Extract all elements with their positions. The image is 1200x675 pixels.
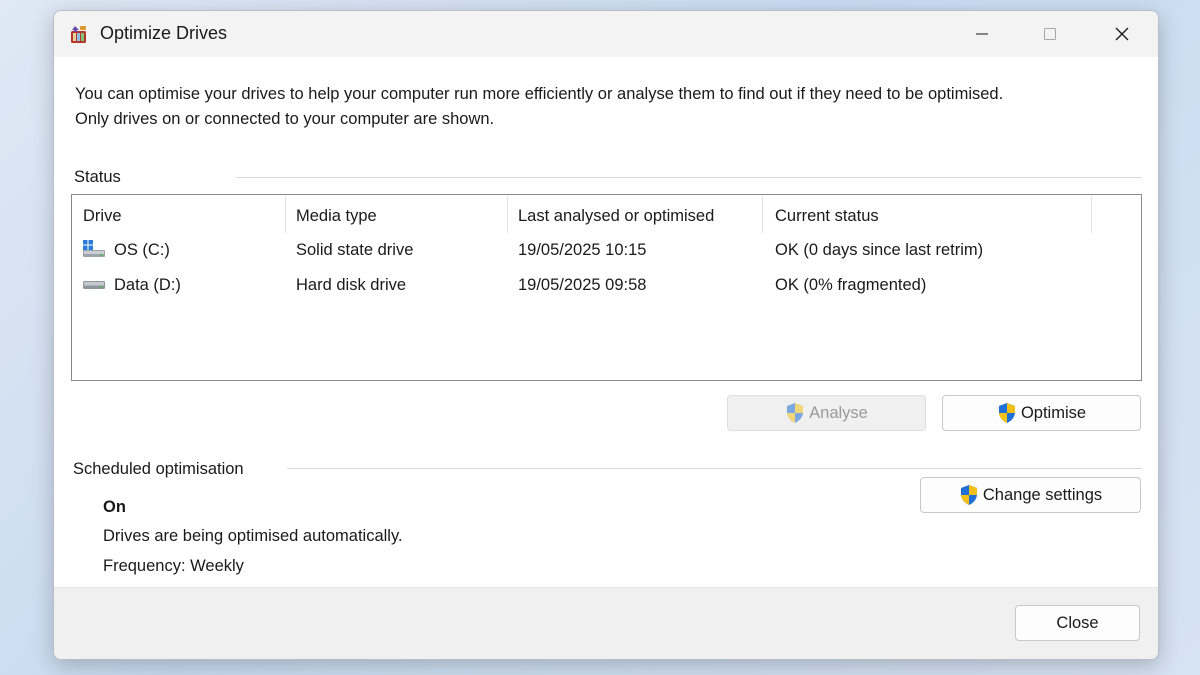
column-separator[interactable] xyxy=(507,196,508,233)
last-analysed: 19/05/2025 09:58 xyxy=(518,276,647,294)
dialog-footer: Close xyxy=(54,587,1158,659)
drive-name: Data (D:) xyxy=(114,276,181,294)
column-header-last-analysed[interactable]: Last analysed or optimised xyxy=(518,207,714,226)
status-section-label: Status xyxy=(74,168,121,186)
last-analysed: 19/05/2025 10:15 xyxy=(518,241,647,259)
drive-name: OS (C:) xyxy=(114,241,170,259)
title-bar[interactable]: Optimize Drives xyxy=(54,11,1158,57)
media-type: Solid state drive xyxy=(296,241,414,259)
column-separator[interactable] xyxy=(762,196,763,233)
table-row[interactable]: Data (D:) Hard disk drive 19/05/2025 09:… xyxy=(72,270,1141,304)
optimise-button[interactable]: Optimise xyxy=(942,395,1141,431)
column-header-drive[interactable]: Drive xyxy=(83,207,122,226)
media-type: Hard disk drive xyxy=(296,276,407,294)
close-button[interactable]: Close xyxy=(1015,605,1140,641)
intro-text: You can optimise your drives to help you… xyxy=(75,82,1003,132)
drives-table[interactable]: Drive Media type Last analysed or optimi… xyxy=(71,194,1142,381)
scheduled-divider xyxy=(287,468,1142,469)
column-separator[interactable] xyxy=(285,196,286,233)
optimise-button-label: Optimise xyxy=(1020,403,1087,422)
uac-shield-icon xyxy=(960,485,977,505)
change-settings-button[interactable]: Change settings xyxy=(920,477,1141,513)
minimize-icon xyxy=(976,33,988,35)
scheduled-section-label: Scheduled optimisation xyxy=(73,460,244,478)
uac-shield-icon xyxy=(998,403,1015,423)
current-status: OK (0 days since last retrim) xyxy=(775,241,984,259)
windows-drive-icon xyxy=(83,240,105,257)
hard-drive-icon xyxy=(83,281,105,289)
column-header-current-status[interactable]: Current status xyxy=(775,207,879,226)
close-icon xyxy=(1115,27,1129,41)
minimize-button[interactable] xyxy=(948,11,1016,57)
analyse-button[interactable]: Analyse xyxy=(727,395,926,431)
close-button-label: Close xyxy=(1056,613,1099,632)
intro-line-1: You can optimise your drives to help you… xyxy=(75,85,1004,103)
uac-shield-icon xyxy=(787,403,804,423)
maximize-icon xyxy=(1044,28,1056,40)
analyse-button-label: Analyse xyxy=(809,403,868,422)
close-window-button[interactable] xyxy=(1088,11,1156,57)
status-divider xyxy=(236,177,1142,178)
schedule-description: Drives are being optimised automatically… xyxy=(103,527,403,545)
current-status: OK (0% fragmented) xyxy=(775,276,927,294)
defrag-app-icon xyxy=(71,26,86,43)
column-separator[interactable] xyxy=(1091,196,1092,233)
dialog-content: You can optimise your drives to help you… xyxy=(54,57,1158,587)
column-header-media-type[interactable]: Media type xyxy=(296,207,377,226)
maximize-button[interactable] xyxy=(1016,11,1084,57)
window-title: Optimize Drives xyxy=(100,23,228,43)
schedule-state: On xyxy=(103,498,126,516)
schedule-frequency: Frequency: Weekly xyxy=(103,557,244,575)
intro-line-2: Only drives on or connected to your comp… xyxy=(75,110,495,128)
table-row[interactable]: OS (C:) Solid state drive 19/05/2025 10:… xyxy=(72,235,1141,269)
optimize-drives-window: Optimize Drives You can optimise your dr… xyxy=(53,10,1159,660)
change-settings-label: Change settings xyxy=(982,485,1103,504)
